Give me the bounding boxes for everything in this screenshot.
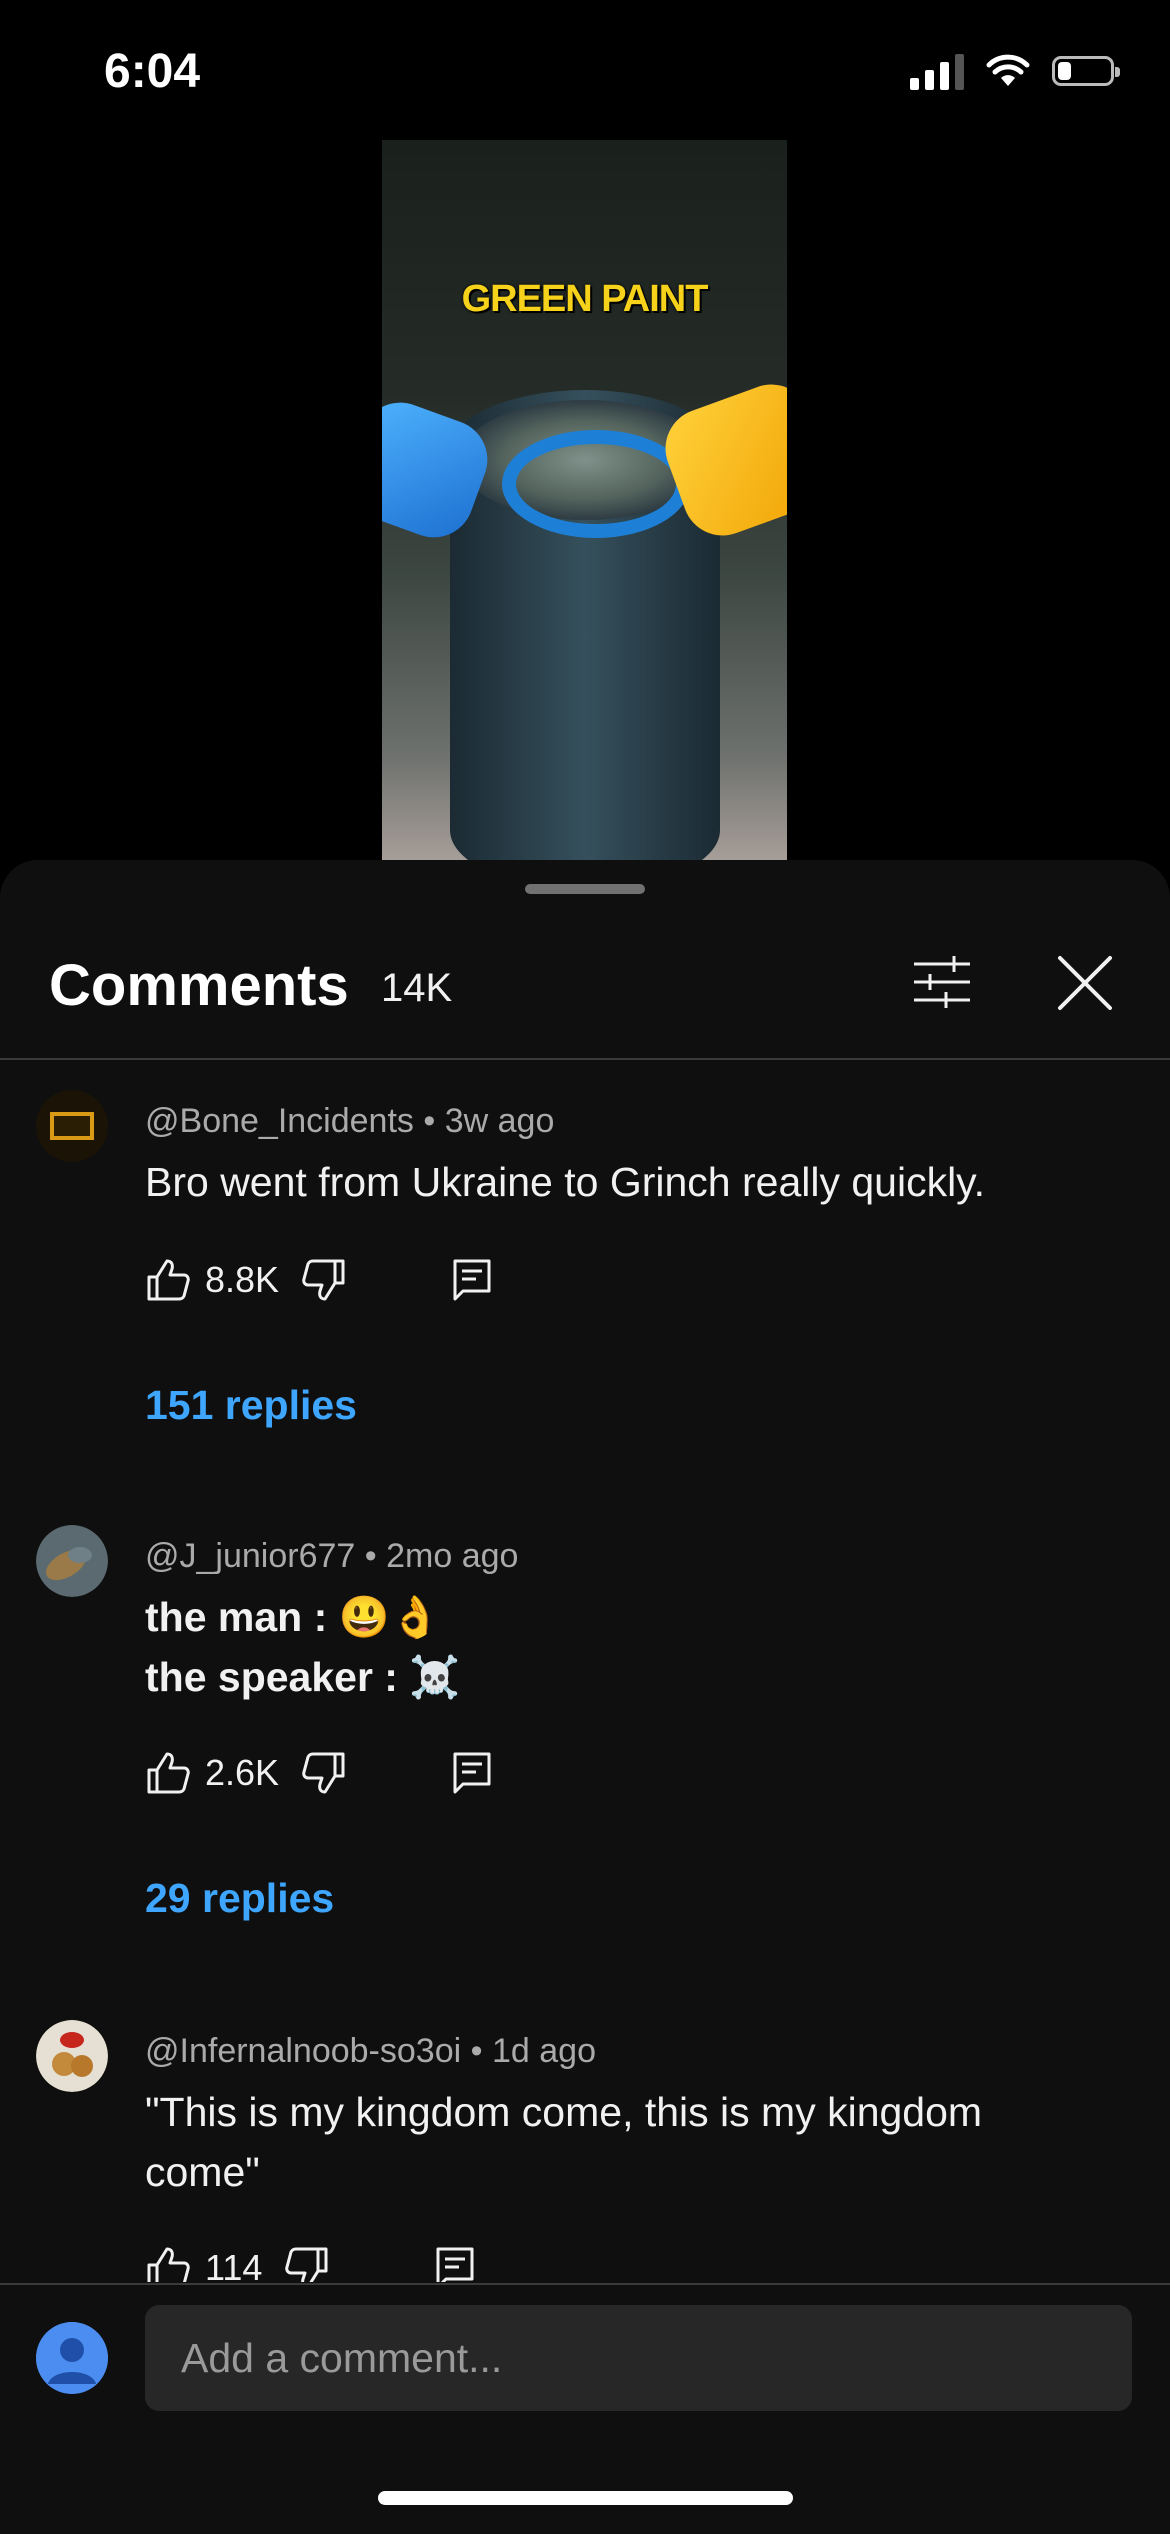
comment-text: the man : 😃👌 the speaker : ☠️	[145, 1587, 1095, 1707]
comments-sheet: Comments 14K @Bone_Incidents • 3w ago Br…	[0, 860, 1170, 2532]
avatar[interactable]	[36, 1090, 108, 1162]
replies-link[interactable]: 151 replies	[145, 1382, 357, 1429]
dislike-icon[interactable]	[301, 1257, 347, 1303]
comment-line: the speaker : ☠️	[145, 1654, 461, 1700]
comment-line: Bro went from Ukraine to Grinch really q…	[145, 1159, 986, 1205]
comment-author[interactable]: @Bone_Incidents	[145, 1102, 414, 1140]
filter-icon[interactable]	[910, 950, 974, 1014]
comment-age: 2mo ago	[386, 1537, 519, 1575]
dislike-icon[interactable]	[301, 1750, 347, 1796]
status-time: 6:04	[104, 45, 201, 98]
signal-icon	[910, 52, 964, 90]
comment-meta: @J_junior677 • 2mo ago	[145, 1537, 519, 1575]
comment-author[interactable]: @J_junior677	[145, 1537, 355, 1575]
comment-text: "This is my kingdom come, this is my kin…	[145, 2082, 1095, 2202]
battery-icon	[1052, 56, 1120, 86]
status-icons	[910, 52, 1120, 90]
like-icon[interactable]	[145, 2245, 191, 2282]
comment-line: come"	[145, 2149, 260, 2195]
reply-icon[interactable]	[434, 2245, 476, 2282]
comment-input[interactable]	[145, 2305, 1132, 2411]
wifi-icon	[986, 54, 1030, 86]
comment-actions: 114	[145, 2238, 476, 2282]
like-count: 2.6K	[205, 1752, 280, 1793]
comment-line: "This is my kingdom come, this is my kin…	[145, 2089, 983, 2135]
drag-handle[interactable]	[525, 884, 645, 894]
home-indicator	[378, 2491, 793, 2505]
comments-count: 14K	[381, 966, 453, 1010]
comment-meta: @Bone_Incidents • 3w ago	[145, 1102, 555, 1140]
comment-author[interactable]: @Infernalnoob-so3oi	[145, 2032, 461, 2070]
comment-age: 3w ago	[444, 1102, 555, 1140]
reply-icon[interactable]	[451, 1750, 493, 1796]
header-divider	[0, 1058, 1170, 1060]
comment-item: @Infernalnoob-so3oi • 1d ago "This is my…	[0, 2020, 1170, 2282]
like-count: 8.8K	[205, 1259, 280, 1300]
reply-icon[interactable]	[451, 1257, 493, 1303]
status-bar: 6:04	[0, 0, 1170, 140]
like-icon[interactable]	[145, 1750, 191, 1796]
comment-actions: 8.8K	[145, 1250, 493, 1310]
comment-actions: 2.6K	[145, 1743, 493, 1803]
paint-ring-graphic	[502, 430, 690, 538]
video-overlay-text: GREEN PAINT	[461, 278, 709, 320]
comment-text: Bro went from Ukraine to Grinch really q…	[145, 1152, 1095, 1212]
close-icon[interactable]	[1056, 954, 1114, 1012]
comment-meta: @Infernalnoob-so3oi • 1d ago	[145, 2032, 596, 2070]
comment-age: 1d ago	[491, 2032, 596, 2070]
video-player[interactable]: GREEN PAINT	[382, 140, 787, 865]
like-icon[interactable]	[145, 1257, 191, 1303]
dislike-icon[interactable]	[284, 2245, 330, 2282]
comments-title: Comments	[49, 953, 349, 1018]
user-avatar-icon[interactable]	[36, 2322, 108, 2394]
avatar[interactable]	[36, 1525, 108, 1597]
avatar[interactable]	[36, 2020, 108, 2092]
comment-line: the man : 😃👌	[145, 1594, 441, 1640]
replies-link[interactable]: 29 replies	[145, 1875, 334, 1922]
like-count: 114	[205, 2247, 263, 2282]
